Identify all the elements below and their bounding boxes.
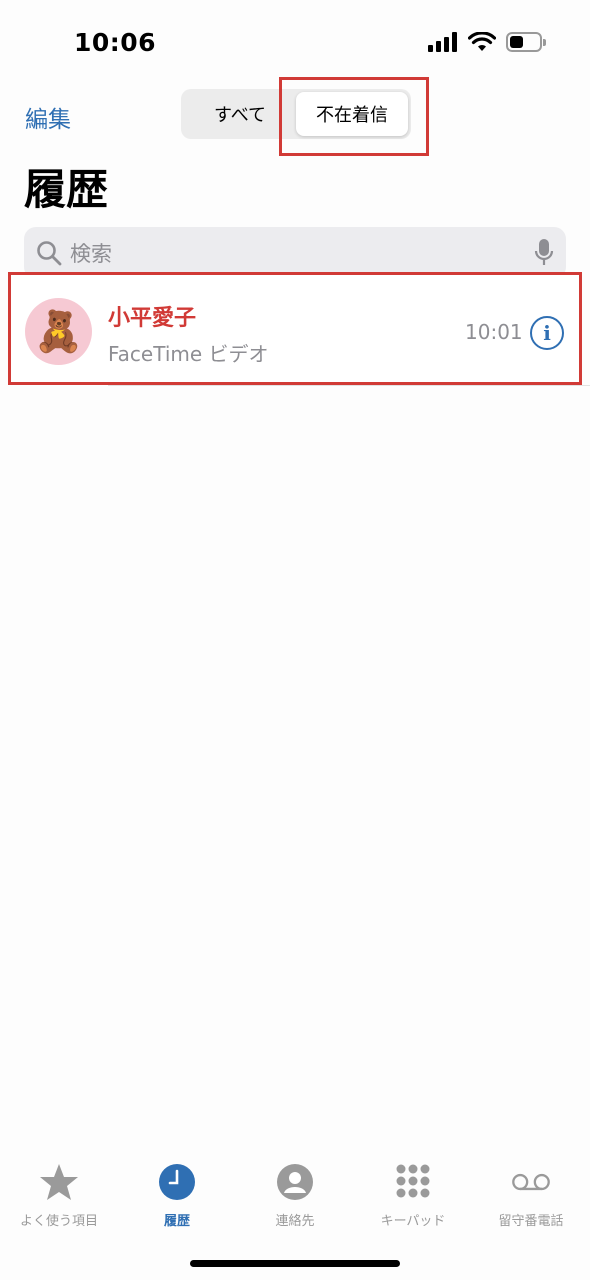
tab-label: 連絡先 <box>275 1214 315 1229</box>
tab-label: よく使う項目 <box>19 1214 98 1229</box>
keypad-icon <box>396 1164 430 1198</box>
row-divider <box>108 385 590 386</box>
call-time: 10:01 <box>465 320 523 344</box>
contact-icon <box>277 1164 313 1200</box>
tab-label: 留守番電話 <box>498 1214 564 1229</box>
tab-contacts[interactable]: 連絡先 <box>236 1148 354 1248</box>
tab-recents[interactable]: 履歴 <box>118 1148 236 1248</box>
tab-voicemail[interactable]: 留守番電話 <box>472 1148 590 1248</box>
search-input[interactable]: 検索 <box>70 238 534 268</box>
tab-label: 履歴 <box>163 1214 190 1229</box>
wifi-icon <box>468 32 496 51</box>
star-icon <box>40 1164 78 1200</box>
info-button[interactable]: i <box>530 316 564 350</box>
tab-bar: よく使う項目 履歴 連絡先 キーパッド 留守番電話 <box>0 1148 590 1248</box>
info-icon: i <box>543 321 551 345</box>
tab-favorites[interactable]: よく使う項目 <box>0 1148 118 1248</box>
home-indicator <box>190 1260 400 1267</box>
tab-keypad[interactable]: キーパッド <box>354 1148 472 1248</box>
microphone-icon[interactable] <box>534 238 554 268</box>
caller-name: 小平愛子 <box>108 306 197 331</box>
search-icon <box>37 241 62 266</box>
avatar: 🧸 <box>25 298 92 365</box>
page-title: 履歴 <box>24 165 109 214</box>
status-icons <box>428 32 546 52</box>
edit-button[interactable]: 編集 <box>25 100 71 134</box>
missed-segment-highlight <box>279 77 429 156</box>
clock-icon <box>159 1164 195 1200</box>
tab-label: キーパッド <box>380 1214 446 1229</box>
cellular-signal-icon <box>428 32 457 52</box>
status-time: 10:06 <box>74 28 157 57</box>
voicemail-icon <box>512 1173 550 1191</box>
battery-icon <box>506 32 546 52</box>
call-type: FaceTime ビデオ <box>108 342 269 366</box>
teddy-bear-avatar-icon: 🧸 <box>33 309 84 355</box>
